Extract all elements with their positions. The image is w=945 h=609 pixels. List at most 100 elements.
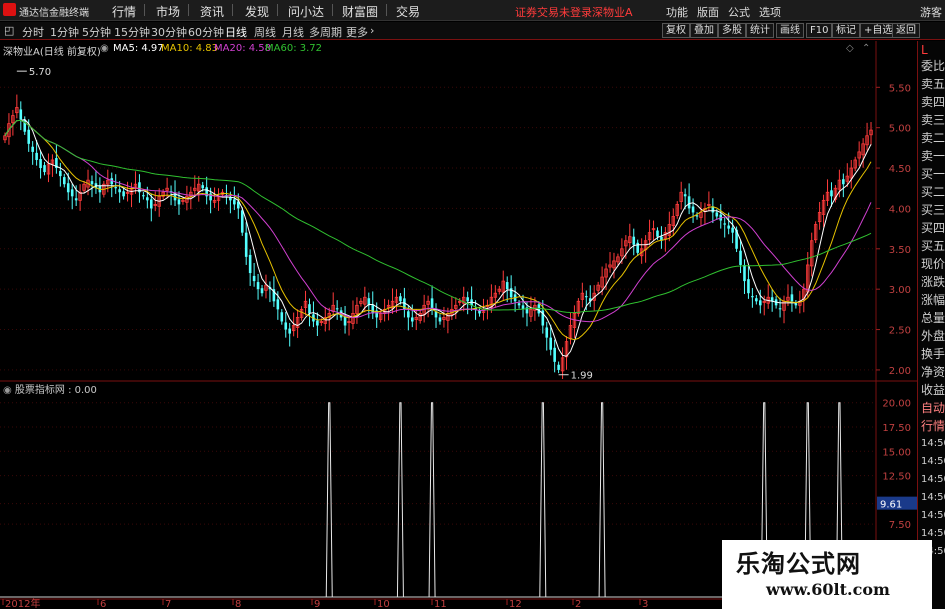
statistics-button[interactable]: 统计 — [746, 23, 774, 38]
candle-body — [830, 190, 833, 197]
moving-average-lines — [4, 119, 872, 357]
period-5min[interactable]: 5分钟 — [82, 24, 111, 40]
candle-body — [142, 195, 145, 197]
side-panel-item: 现价 — [921, 257, 945, 271]
side-panel-item: 卖三 — [921, 113, 945, 127]
period-more[interactable]: 更多 — [346, 24, 368, 40]
side-panel-item: 买四 — [921, 221, 945, 235]
mark-button[interactable]: 标记 — [832, 23, 860, 38]
watermark-url: www.60lt.com — [766, 580, 890, 599]
menu-wenxiaoda[interactable]: 问小达 — [288, 3, 324, 20]
side-panel-item: 行情 — [921, 419, 945, 433]
menu-caifuquan[interactable]: 财富圈 — [342, 3, 378, 20]
menu-gongneng[interactable]: 功能 — [666, 4, 688, 20]
date-label: 6 — [100, 599, 106, 609]
menu-banmian[interactable]: 版面 — [697, 4, 719, 20]
period-multi[interactable]: 多周期 — [309, 24, 342, 40]
period-60min[interactable]: 60分钟 — [188, 24, 224, 40]
side-panel-item: 卖五 — [921, 77, 945, 91]
side-panel-item: 涨幅 — [921, 293, 945, 307]
menu-youke[interactable]: 游客 — [920, 4, 942, 20]
candle-body — [557, 364, 560, 370]
period-15min[interactable]: 15分钟 — [114, 24, 150, 40]
side-panel-item: 14:50 — [921, 474, 945, 485]
side-panel-item: 卖四 — [921, 95, 945, 109]
low-annotation: 1.99 — [571, 371, 593, 382]
menu-divider — [144, 4, 145, 16]
menu-divider — [277, 4, 278, 16]
period-fenshi[interactable]: 分时 — [22, 24, 44, 40]
candle-body — [59, 170, 62, 177]
menu-faxian[interactable]: 发现 — [245, 3, 269, 20]
candle-body — [146, 197, 149, 201]
top-stock-name: 深物业A — [592, 6, 633, 19]
candle-body — [248, 254, 252, 274]
price-tick-label: 5.50 — [889, 83, 911, 94]
candle-body — [244, 232, 248, 257]
candle-body — [731, 227, 734, 233]
date-label: 8 — [235, 599, 241, 609]
period-1min[interactable]: 1分钟 — [50, 24, 79, 40]
back-button[interactable]: 返回 — [892, 23, 920, 38]
signal-spike — [428, 402, 436, 598]
toolbar-nav-icon[interactable]: ◰ — [4, 24, 14, 37]
watermark-title: 乐淘公式网 — [736, 549, 861, 578]
date-label: 10 — [377, 599, 390, 609]
candle-body — [399, 296, 402, 302]
candle-body — [632, 236, 636, 245]
menu-xuanxiang[interactable]: 选项 — [759, 4, 781, 20]
candle-body — [256, 282, 260, 290]
draw-line-button[interactable]: 画线 — [776, 23, 804, 38]
candle-body — [751, 296, 754, 298]
sub-tick-label: 20.00 — [882, 399, 911, 410]
menu-shichang[interactable]: 市场 — [156, 3, 180, 20]
side-panel-item: 外盘 — [921, 329, 945, 343]
candle-body — [62, 177, 66, 185]
side-panel-item: 14:50 — [921, 510, 945, 521]
signal-spike — [539, 402, 547, 598]
candle-body — [584, 296, 588, 298]
price-tick-label: 4.00 — [889, 204, 911, 215]
kline-chart[interactable]: 5.70 1.99 5.50 5.00 4.50 4.00 3.50 3.00 2.50 2.0… — [0, 41, 917, 609]
candle-body — [794, 303, 798, 306]
login-notice[interactable]: 证券交易未登录 — [515, 4, 592, 20]
fuquan-button[interactable]: 复权 — [662, 23, 690, 38]
side-panel-item: 卖一 — [921, 149, 945, 163]
side-panel-item: 总量 — [921, 311, 945, 325]
candle-body — [739, 250, 742, 265]
f10-button[interactable]: F10 — [806, 23, 833, 38]
candle-body — [727, 225, 730, 229]
candle-body — [842, 179, 845, 185]
more-chevron-icon[interactable]: › — [370, 24, 374, 37]
candle-body — [371, 304, 375, 314]
period-30min[interactable]: 30分钟 — [151, 24, 187, 40]
overlay-button[interactable]: 叠加 — [690, 23, 718, 38]
candle-body — [695, 215, 699, 217]
menu-zixun[interactable]: 资讯 — [200, 3, 224, 20]
candle-body — [466, 297, 469, 302]
side-panel-item: 买五 — [921, 239, 945, 253]
period-monthly[interactable]: 月线 — [282, 24, 304, 40]
menu-divider — [332, 4, 333, 16]
app-title: 通达信金融终端 — [19, 8, 89, 19]
candle-body — [177, 199, 181, 205]
candle-body — [240, 210, 244, 233]
menu-hangqing[interactable]: 行情 — [112, 3, 136, 20]
side-panel-item: 收益 — [921, 383, 945, 397]
menu-divider — [188, 4, 189, 16]
side-panel-item: 净资 — [921, 365, 945, 379]
high-annotation: 5.70 — [29, 67, 51, 78]
price-tick-label: 2.50 — [889, 326, 911, 337]
add-watchlist-button[interactable]: +自选 — [860, 23, 897, 38]
menu-gongshi[interactable]: 公式 — [728, 4, 750, 20]
menu-jiaoyi[interactable]: 交易 — [396, 3, 420, 20]
period-daily[interactable]: 日线 — [225, 24, 247, 40]
candle-body — [280, 312, 284, 322]
candle-body — [410, 317, 414, 322]
period-weekly[interactable]: 周线 — [254, 24, 276, 40]
side-panel-item: 买二 — [921, 185, 945, 199]
candle-body — [790, 294, 794, 302]
date-label: 12 — [509, 599, 522, 609]
candle-body — [656, 230, 659, 237]
multi-stock-button[interactable]: 多股 — [718, 23, 746, 38]
